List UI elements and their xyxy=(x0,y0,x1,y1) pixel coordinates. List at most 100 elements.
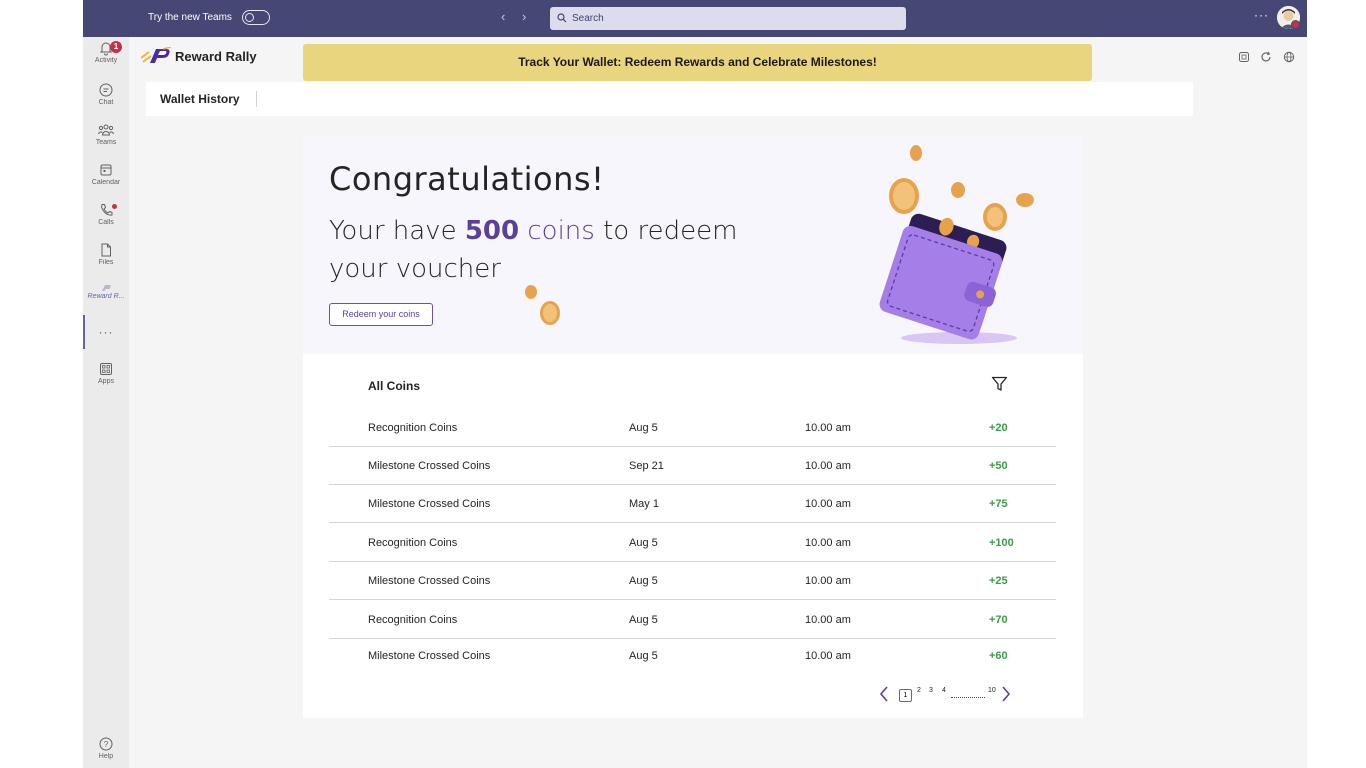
row-amount: +25 xyxy=(989,575,1008,587)
table-row[interactable]: Milestone Crossed Coins Aug 5 10.00 am +… xyxy=(329,562,1056,600)
table-row[interactable]: Milestone Crossed Coins Aug 5 10.00 am +… xyxy=(329,637,1056,675)
pagination-ellipsis xyxy=(951,697,985,698)
rail-item-chat[interactable]: Chat xyxy=(83,82,129,106)
try-new-teams-label: Try the new Teams xyxy=(148,12,232,23)
rail-label: Calls xyxy=(98,219,114,226)
page-3-button[interactable]: 3 xyxy=(929,687,933,694)
coin-icon xyxy=(910,145,922,161)
rail-item-calendar[interactable]: Calendar xyxy=(83,162,129,186)
rail-item-apps[interactable]: Apps xyxy=(83,361,129,385)
rail-item-activity[interactable]: Activity 1 xyxy=(83,40,129,64)
rail-label: Calendar xyxy=(91,179,121,186)
rail-item-files[interactable]: Files xyxy=(83,242,129,266)
row-date: Sep 21 xyxy=(629,460,664,472)
previous-page-icon[interactable] xyxy=(879,685,889,703)
page-2-button[interactable]: 2 xyxy=(917,687,921,694)
row-time: 10.00 am xyxy=(805,537,851,549)
rail-item-help[interactable]: ? Help xyxy=(83,736,129,760)
back-arrow-icon[interactable]: ‹ xyxy=(501,10,505,24)
title-bar: Try the new Teams ‹ › Search ··· xyxy=(83,0,1307,37)
row-amount: +20 xyxy=(989,422,1008,434)
rail-more-icon[interactable]: ··· xyxy=(83,325,129,339)
congratulations-hero: Congratulations! Your have 500 coins to … xyxy=(303,136,1083,354)
chat-icon xyxy=(99,83,113,97)
calendar-icon xyxy=(100,164,112,176)
row-amount: +75 xyxy=(989,498,1008,510)
row-name: Milestone Crossed Coins xyxy=(368,498,491,510)
presence-badge xyxy=(1291,20,1300,29)
rail-label: Teams xyxy=(95,139,117,146)
more-options-icon[interactable]: ··· xyxy=(1254,8,1269,22)
row-amount: +100 xyxy=(989,537,1014,549)
row-time: 10.00 am xyxy=(805,460,851,472)
row-time: 10.00 am xyxy=(805,498,851,510)
page-10-button[interactable]: 10 xyxy=(988,687,996,694)
rail-label: Reward R... xyxy=(87,293,125,300)
search-placeholder: Search xyxy=(572,13,604,24)
globe-icon[interactable] xyxy=(1283,51,1295,63)
table-title: All Coins xyxy=(368,379,421,393)
row-name: Milestone Crossed Coins xyxy=(368,650,491,662)
table-row[interactable]: Recognition Coins Aug 5 10.00 am +20 xyxy=(329,409,1056,447)
help-icon: ? xyxy=(99,737,113,751)
page-4-button[interactable]: 4 xyxy=(942,687,946,694)
row-name: Milestone Crossed Coins xyxy=(368,575,491,587)
row-amount: +60 xyxy=(989,650,1008,662)
row-name: Recognition Coins xyxy=(368,422,458,434)
rail-label: Activity xyxy=(94,57,118,64)
table-row[interactable]: Milestone Crossed Coins May 1 10.00 am +… xyxy=(329,485,1056,523)
coins-table: All Coins Recognition Coins Aug 5 10.00 … xyxy=(303,354,1083,718)
rail-item-teams[interactable]: Teams xyxy=(83,122,129,146)
teams-window: Try the new Teams ‹ › Search ··· Activit… xyxy=(83,0,1307,768)
forward-arrow-icon[interactable]: › xyxy=(522,10,526,24)
rail-label: Help xyxy=(98,753,114,760)
row-time: 10.00 am xyxy=(805,614,851,626)
reward-rally-logo-icon xyxy=(141,47,172,63)
notification-badge: 1 xyxy=(110,41,122,53)
rail-item-calls[interactable]: Calls xyxy=(83,202,129,226)
app-title: Reward Rally xyxy=(175,49,257,64)
row-date: Aug 5 xyxy=(629,537,658,549)
rail-label: Apps xyxy=(98,378,114,385)
tab-bar: Wallet History xyxy=(146,82,1193,116)
next-page-icon[interactable] xyxy=(1001,685,1011,703)
tab-wallet-history[interactable]: Wallet History xyxy=(160,92,240,106)
popout-icon[interactable] xyxy=(1238,51,1250,63)
row-date: Aug 5 xyxy=(629,422,658,434)
row-amount: +70 xyxy=(989,614,1008,626)
tracking-banner: Track Your Wallet: Redeem Rewards and Ce… xyxy=(303,44,1092,81)
search-icon xyxy=(557,13,567,23)
wallet-illustration xyxy=(525,145,1034,344)
rail-item-reward-rally[interactable]: Reward R... xyxy=(83,284,129,300)
row-date: Aug 5 xyxy=(629,614,658,626)
row-date: May 1 xyxy=(629,498,659,510)
rail-label: Chat xyxy=(98,99,114,106)
row-date: Aug 5 xyxy=(629,575,658,587)
tab-divider xyxy=(256,91,257,107)
table-row[interactable]: Milestone Crossed Coins Sep 21 10.00 am … xyxy=(329,447,1056,485)
row-time: 10.00 am xyxy=(805,575,851,587)
try-new-teams-toggle[interactable] xyxy=(242,10,270,25)
row-time: 10.00 am xyxy=(805,422,851,434)
left-rail: Activity 1 Chat Teams Calendar Calls Fil… xyxy=(83,37,129,768)
table-row[interactable]: Recognition Coins Aug 5 10.00 am +70 xyxy=(329,601,1056,639)
page-1-button[interactable]: 1 xyxy=(899,689,912,702)
teams-icon xyxy=(98,124,114,136)
svg-text:?: ? xyxy=(104,740,109,749)
row-name: Milestone Crossed Coins xyxy=(368,460,491,472)
row-time: 10.00 am xyxy=(805,650,851,662)
reward-app-icon xyxy=(102,285,111,291)
row-name: Recognition Coins xyxy=(368,537,458,549)
search-input[interactable]: Search xyxy=(550,7,906,30)
toggle-knob xyxy=(245,13,254,22)
row-amount: +50 xyxy=(989,460,1008,472)
filter-icon[interactable] xyxy=(991,376,1008,392)
table-row[interactable]: Recognition Coins Aug 5 10.00 am +100 xyxy=(329,524,1056,562)
rail-label: Files xyxy=(98,259,114,266)
file-icon xyxy=(101,243,111,257)
apps-icon xyxy=(100,363,112,375)
coin-icon xyxy=(525,285,537,299)
unread-dot xyxy=(112,204,117,209)
refresh-icon[interactable] xyxy=(1260,51,1272,63)
row-date: Aug 5 xyxy=(629,650,658,662)
